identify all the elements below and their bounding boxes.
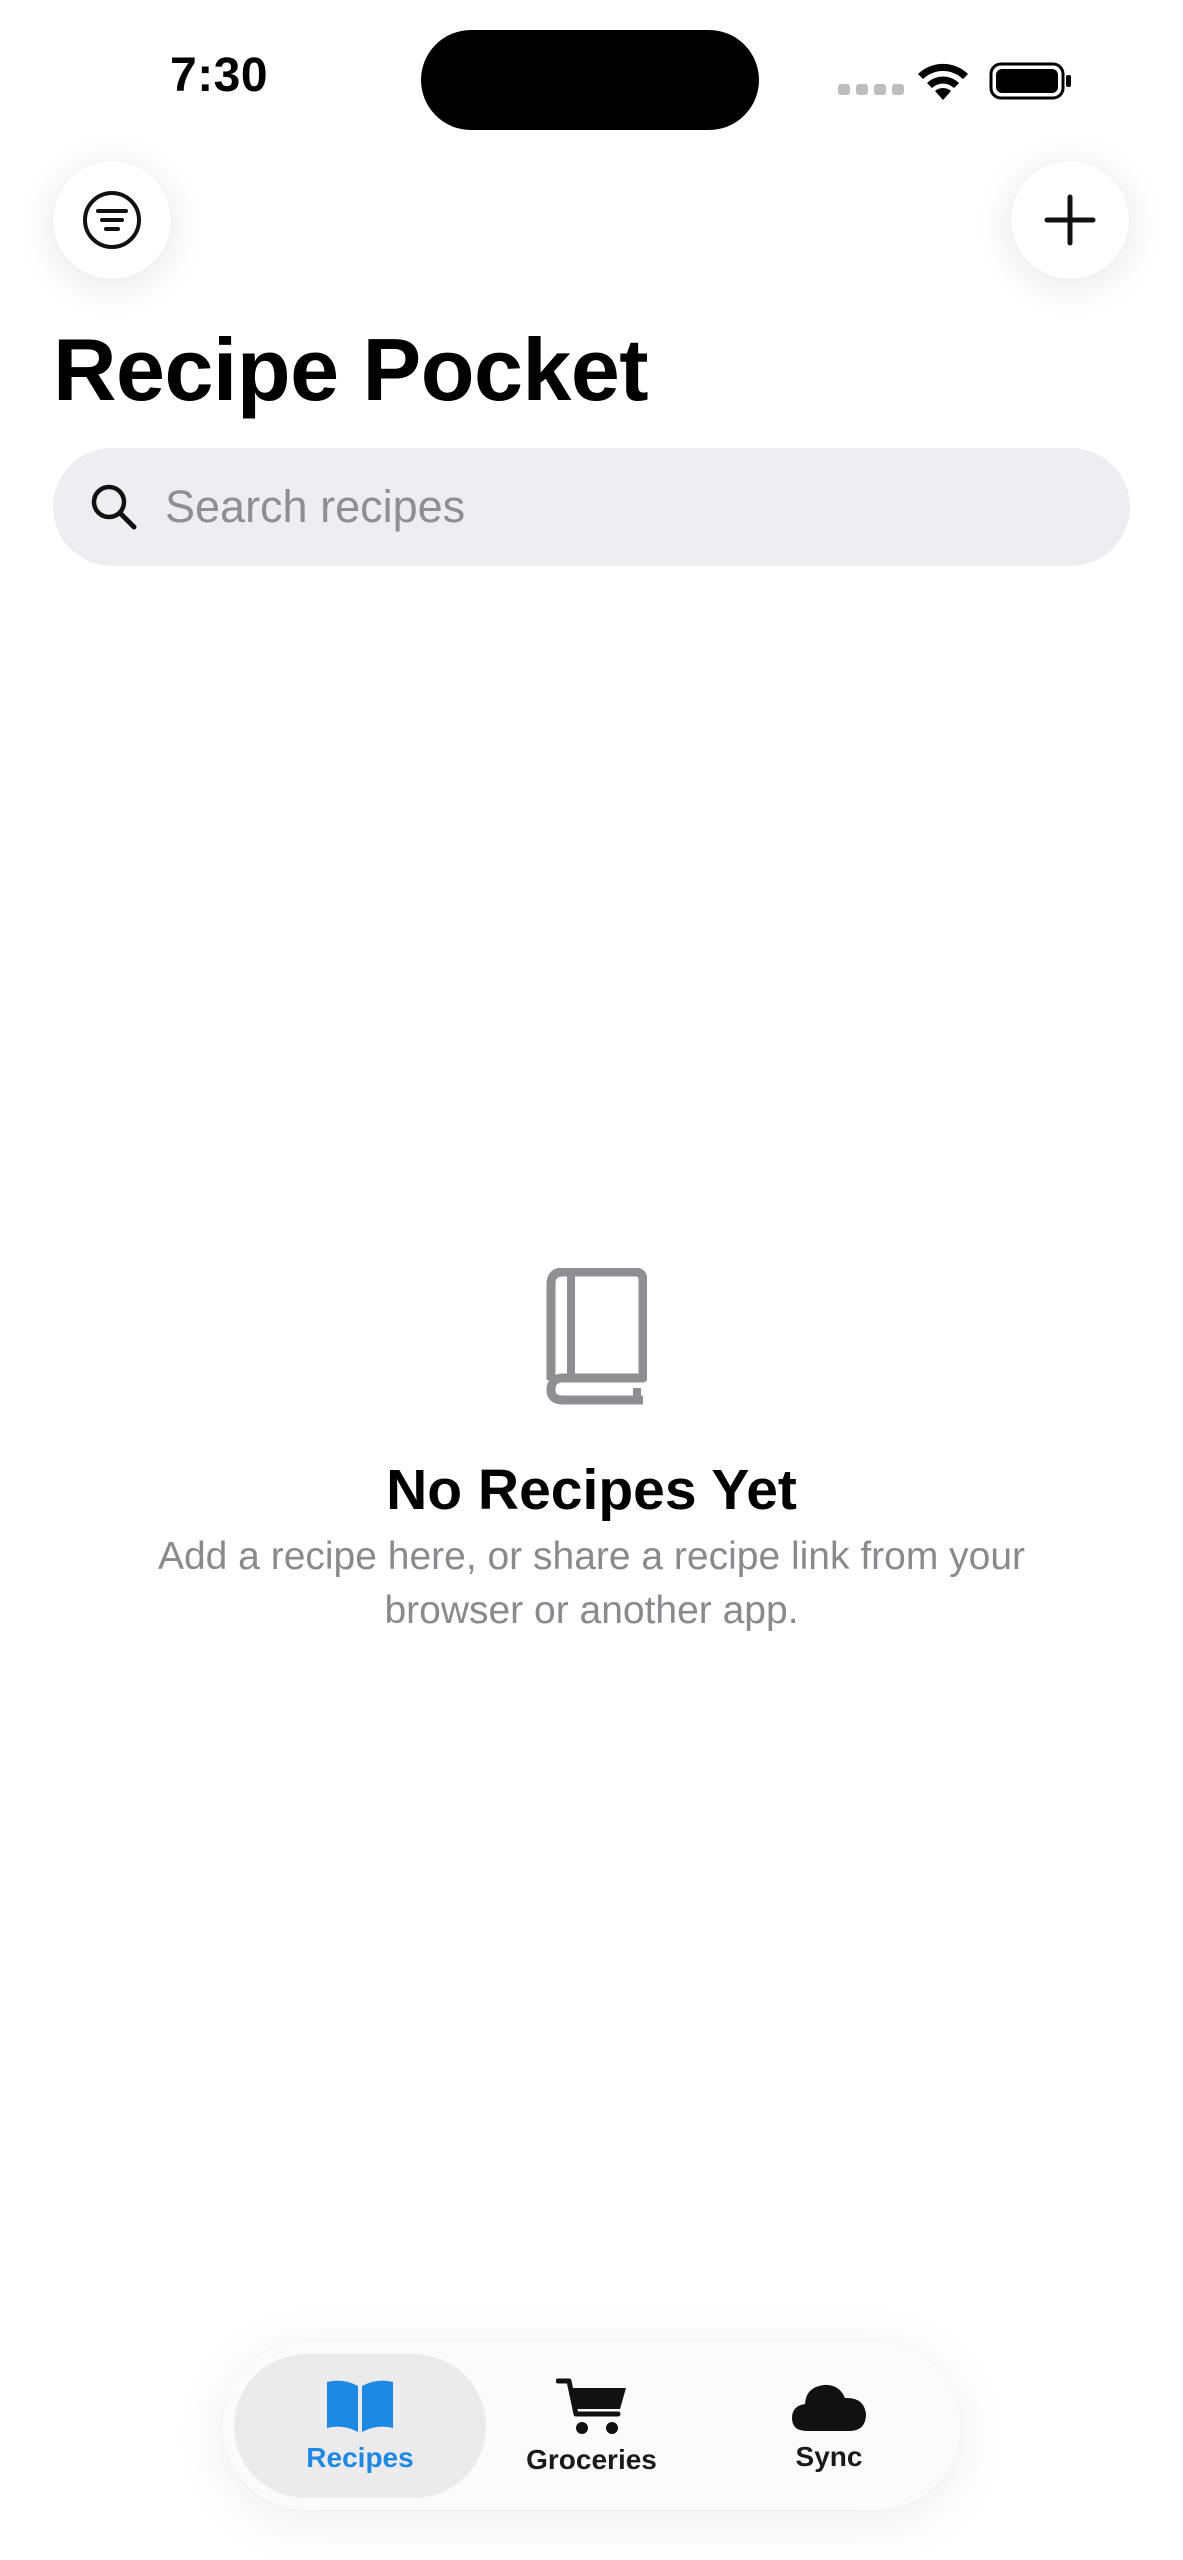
filter-button[interactable]: [53, 161, 171, 279]
recipe-list-screen: 7:30 Recipe Pocket Search recipes No Rec…: [0, 0, 1183, 2560]
search-input[interactable]: [163, 480, 1067, 534]
page-title: Recipe Pocket: [53, 320, 649, 419]
book-icon: [546, 1268, 647, 1405]
tab-recipes-label: Recipes: [306, 2442, 414, 2473]
search-bar[interactable]: [53, 448, 1130, 566]
cellular-signal-icon: [838, 84, 904, 95]
empty-state-message: Add a recipe here, or share a recipe lin…: [157, 1535, 1026, 1632]
cloud-icon: [792, 2384, 866, 2431]
add-recipe-button[interactable]: [1011, 161, 1129, 279]
dynamic-island: [421, 30, 759, 130]
tab-bar: Recipes Groceries Sync: [222, 2342, 961, 2510]
open-book-icon: [327, 2380, 393, 2432]
cart-icon: [555, 2378, 626, 2434]
tab-recipes[interactable]: Recipes: [234, 2354, 486, 2498]
tab-groceries[interactable]: Groceries: [484, 2354, 699, 2498]
tab-sync-label: Sync: [795, 2441, 863, 2472]
filter-icon: [83, 191, 141, 249]
status-time: 7:30: [170, 49, 269, 102]
wifi-icon: [918, 63, 968, 100]
empty-state-title: No Recipes Yet: [386, 1458, 797, 1522]
tab-sync[interactable]: Sync: [709, 2354, 949, 2498]
battery-icon: [989, 62, 1071, 100]
tab-groceries-label: Groceries: [526, 2444, 657, 2475]
search-icon: [91, 484, 137, 530]
plus-icon: [1044, 194, 1096, 246]
